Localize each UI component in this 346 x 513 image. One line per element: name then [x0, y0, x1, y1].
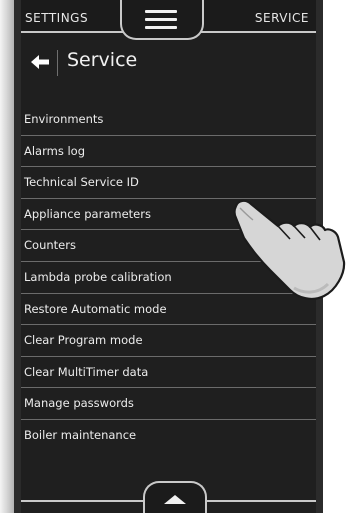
menu-item-environments[interactable]: Environments — [21, 104, 316, 136]
menu-item-alarms-log[interactable]: Alarms log — [21, 136, 316, 168]
menu-item-technical-service-id[interactable]: Technical Service ID — [21, 167, 316, 199]
back-arrow-glyph — [31, 55, 49, 69]
menu-item-clear-multitimer-data[interactable]: Clear MultiTimer data — [21, 357, 316, 389]
menu-item-boiler-maintenance[interactable]: Boiler maintenance — [21, 420, 316, 452]
tab-settings[interactable]: SETTINGS — [25, 11, 88, 25]
chevron-up-icon[interactable] — [164, 495, 186, 504]
page-title: Service — [67, 49, 138, 71]
pointing-hand-icon — [232, 198, 346, 302]
menu-item-manage-passwords[interactable]: Manage passwords — [21, 388, 316, 420]
back-arrow-icon[interactable] — [29, 50, 51, 74]
hamburger-icon[interactable] — [145, 10, 177, 30]
header-separator — [57, 50, 58, 76]
menu-item-clear-program-mode[interactable]: Clear Program mode — [21, 325, 316, 357]
tab-service[interactable]: SERVICE — [255, 11, 309, 25]
page-header: Service — [21, 46, 316, 80]
screen-bezel-left — [14, 0, 21, 513]
